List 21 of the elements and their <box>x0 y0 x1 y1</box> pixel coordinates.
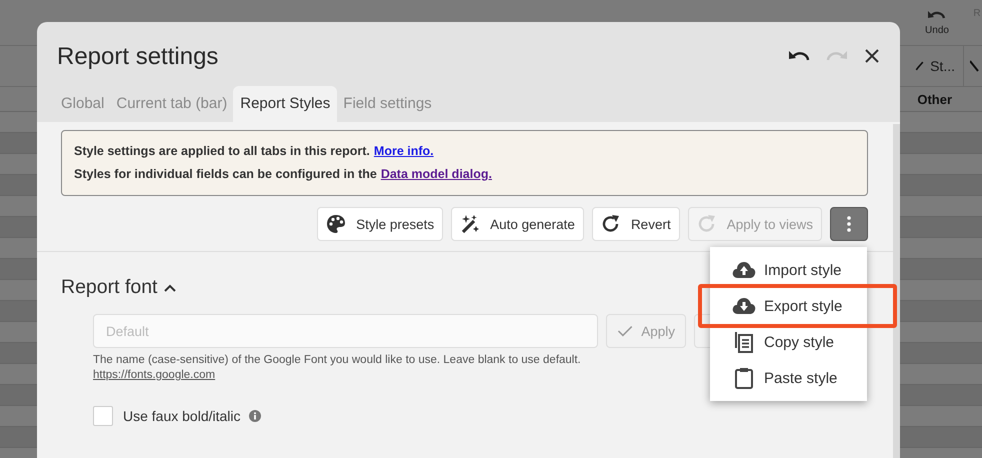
menu-item[interactable]: Export style <box>710 288 867 324</box>
font-input-field[interactable]: Default <box>93 314 598 348</box>
help-text: The name (case-sensitive) of the Google Font you would like to use. Leave blank to use default. <box>93 354 582 366</box>
info-link[interactable]: Data model dialog. <box>380 167 492 181</box>
action-button[interactable]: Style presets <box>317 207 444 241</box>
notice-text: Styles for individual fields can be configured in the <box>74 167 377 181</box>
style-button[interactable]: St... <box>907 46 964 86</box>
action-button[interactable]: Auto generate <box>451 207 584 241</box>
info-link[interactable]: More info. <box>374 144 434 158</box>
dialog-title: Report settings <box>57 43 218 71</box>
menu-item[interactable]: Copy style <box>710 324 867 360</box>
menu-item[interactable]: Import style <box>710 252 867 288</box>
checkbox-label: Use faux bold/italic <box>123 408 241 424</box>
column-header: Other <box>917 92 952 106</box>
tab[interactable]: Report Styles <box>233 86 338 122</box>
action-button[interactable]: Revert <box>592 207 680 241</box>
menu-item[interactable]: Paste style <box>710 360 867 396</box>
fonts-link[interactable]: https://fonts.google.com <box>93 369 216 381</box>
toolbar-button[interactable]: Undo <box>924 8 950 45</box>
section-title: Report font <box>61 276 158 299</box>
notice-text: Style settings are applied to all tabs in this report. <box>74 144 370 158</box>
